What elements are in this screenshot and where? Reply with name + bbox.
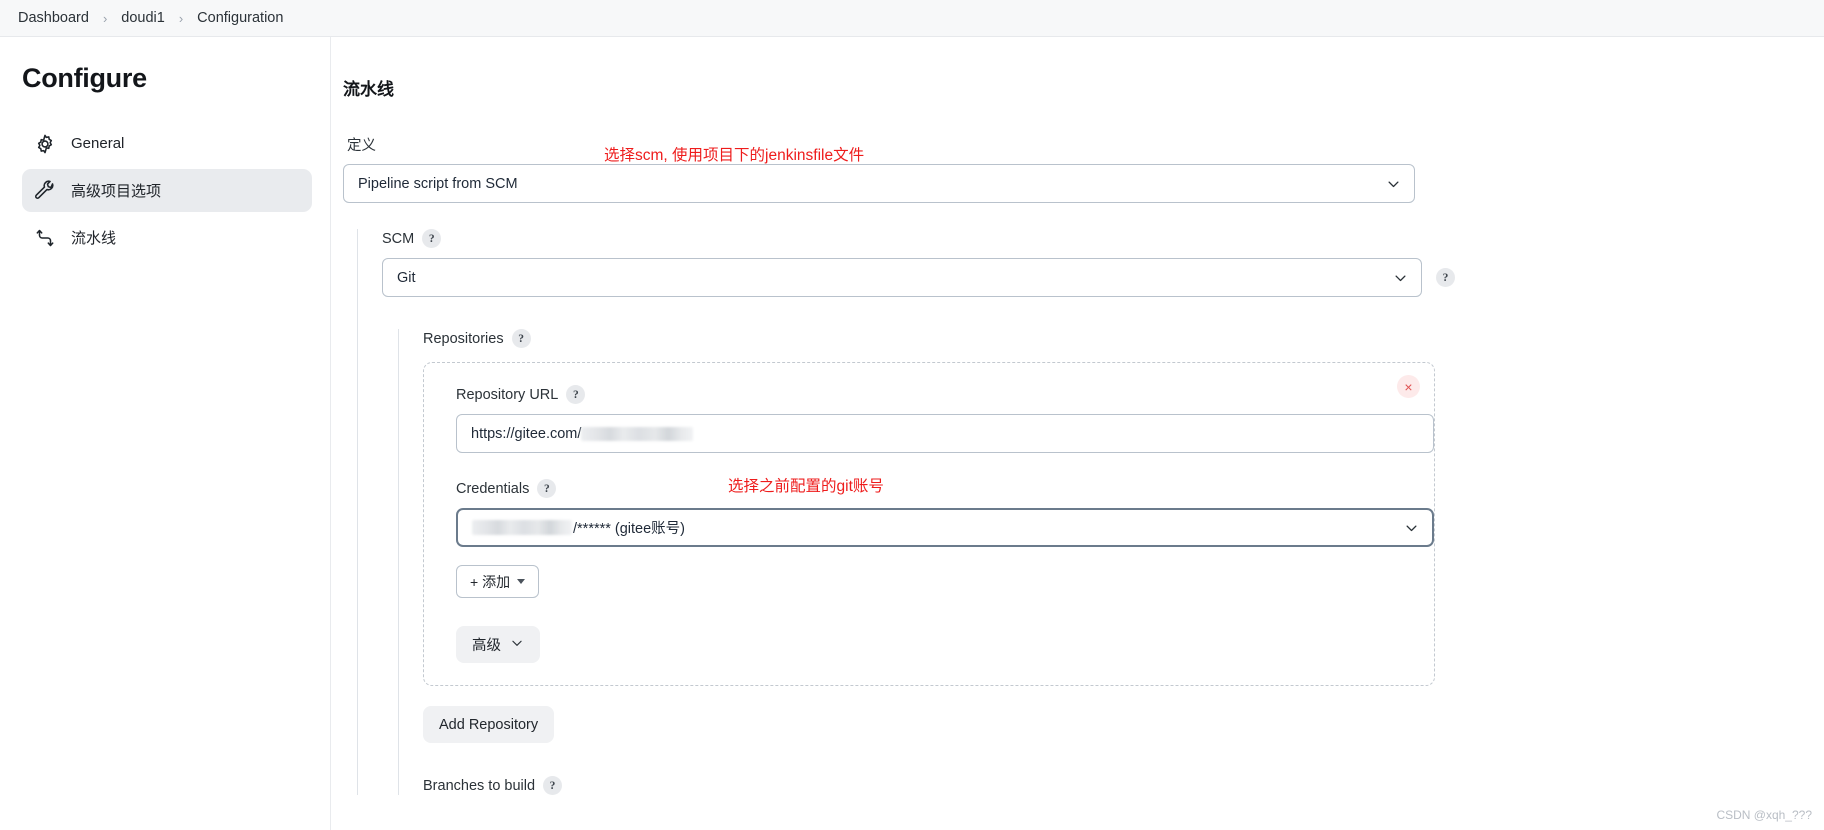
advanced-toggle-button[interactable]: 高级 (456, 626, 540, 663)
repositories-label-row: Repositories ? (423, 329, 1824, 348)
sidebar-item-advanced-project-options[interactable]: 高级项目选项 (22, 169, 312, 212)
repository-url-help-icon[interactable]: ? (566, 385, 586, 404)
breadcrumb-item-dashboard[interactable]: Dashboard (12, 9, 95, 28)
repository-url-value: https://gitee.com/ (471, 425, 582, 442)
credentials-value-suffix: /****** (gitee账号) (573, 521, 686, 537)
credentials-label-row: Credentials ? (456, 479, 1418, 498)
definition-select[interactable]: Pipeline script from SCM (343, 164, 1415, 203)
repositories-section: Repositories ? × Repository URL ? https:… (398, 329, 1824, 795)
branches-label-row: Branches to build ? (423, 776, 1824, 795)
redacted-credential-user (472, 520, 572, 535)
wrench-icon (34, 179, 56, 202)
add-repository-label: Add Repository (439, 716, 539, 733)
credentials-select[interactable]: /****** (gitee账号) (456, 508, 1434, 547)
definition-select-value: Pipeline script from SCM (358, 175, 518, 192)
scm-outer-help-icon[interactable]: ? (1436, 268, 1455, 287)
scm-select-value: Git (397, 269, 416, 286)
redacted-url-segment (581, 426, 694, 441)
breadcrumb: Dashboard › doudi1 › Configuration (0, 0, 1824, 37)
page-title: Configure (22, 63, 147, 93)
pipeline-icon (34, 227, 56, 249)
repository-url-label: Repository URL (456, 386, 559, 403)
scm-label: SCM (382, 230, 415, 247)
page-body: Configure General 高级项目选项 流水线 流水线 定义 Pipe… (0, 37, 1824, 830)
breadcrumb-item-job[interactable]: doudi1 (115, 9, 171, 28)
chevron-down-icon (1404, 520, 1419, 535)
definition-label: 定义 (347, 138, 376, 154)
watermark: CSDN @xqh_??? (1716, 808, 1812, 822)
scm-select[interactable]: Git (382, 258, 1422, 297)
add-credentials-label: + 添加 (470, 573, 511, 590)
chevron-down-icon (510, 636, 524, 654)
breadcrumb-separator-icon: › (178, 10, 184, 26)
delete-repository-button[interactable]: × (1397, 375, 1420, 398)
scm-section: SCM ? Git ? Repositories ? × Repository … (357, 229, 1824, 795)
scm-label-row: SCM ? (382, 229, 1824, 248)
sidebar-item-label: 高级项目选项 (71, 183, 162, 200)
gear-icon (34, 133, 56, 155)
sidebar-item-general[interactable]: General (22, 122, 312, 165)
repository-url-input[interactable]: https://gitee.com/ (456, 414, 1434, 453)
branches-label: Branches to build (423, 777, 536, 794)
breadcrumb-item-configuration[interactable]: Configuration (191, 9, 289, 28)
repository-url-label-row: Repository URL ? (456, 385, 1418, 404)
breadcrumb-separator-icon: › (102, 10, 108, 26)
add-credentials-button[interactable]: + 添加 (456, 565, 540, 598)
sidebar-item-label: General (71, 135, 125, 152)
branches-help-icon[interactable]: ? (543, 776, 563, 795)
section-title-pipeline: 流水线 (343, 80, 394, 99)
pipeline-form: 流水线 定义 Pipeline script from SCM SCM ? Gi… (331, 75, 1824, 795)
repositories-label: Repositories (423, 330, 504, 347)
credentials-label: Credentials (456, 480, 530, 497)
chevron-down-icon (1386, 176, 1401, 191)
repository-entry: × Repository URL ? https://gitee.com/ Cr… (423, 362, 1435, 686)
caret-down-icon (517, 579, 526, 584)
sidebar-item-label: 流水线 (71, 230, 117, 247)
main-content: 流水线 定义 Pipeline script from SCM SCM ? Gi… (330, 37, 1824, 830)
advanced-toggle-label: 高级 (472, 638, 501, 654)
add-repository-button[interactable]: Add Repository (423, 706, 555, 743)
sidebar-item-pipeline[interactable]: 流水线 (22, 216, 312, 259)
credentials-help-icon[interactable]: ? (537, 479, 557, 498)
sidebar: Configure General 高级项目选项 流水线 (0, 37, 330, 830)
repositories-help-icon[interactable]: ? (511, 329, 531, 348)
chevron-down-icon (1393, 270, 1408, 285)
scm-help-icon[interactable]: ? (422, 229, 442, 248)
